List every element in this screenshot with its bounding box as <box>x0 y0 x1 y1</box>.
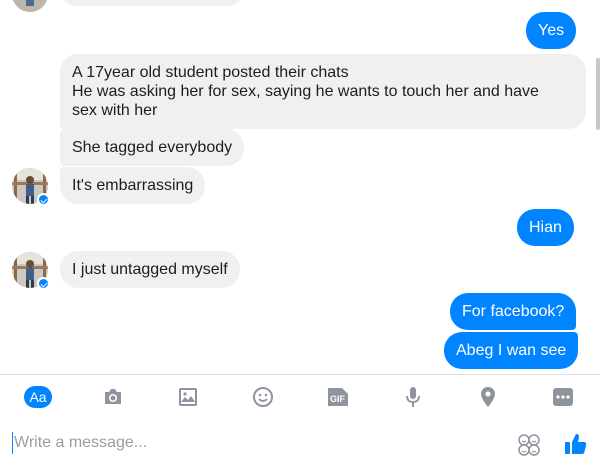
image-icon[interactable] <box>174 383 202 411</box>
gif-label: GIF <box>330 394 346 404</box>
conversation-view[interactable]: Yes A 17year old student posted their ch… <box>0 0 600 374</box>
message-composer <box>0 418 600 466</box>
camera-icon[interactable] <box>99 383 127 411</box>
emoji-icon[interactable] <box>249 383 277 411</box>
like-thumb-icon[interactable] <box>562 430 590 458</box>
text-size-icon[interactable]: Aa <box>24 386 52 408</box>
location-pin-icon[interactable] <box>474 383 502 411</box>
message-bubble-outgoing: Hian <box>517 209 574 246</box>
message-bubble-cut <box>60 0 244 6</box>
message-line: He was asking her for sex, saying he wan… <box>72 83 539 100</box>
message-bubble-incoming: A 17year old student posted their chats … <box>60 54 586 129</box>
message-input[interactable] <box>12 432 492 454</box>
contact-avatar[interactable] <box>12 0 48 12</box>
chat-scrollbar[interactable] <box>596 58 600 130</box>
message-bubble-incoming: I just untagged myself <box>60 251 240 288</box>
message-line: A 17year old student posted their chats <box>72 64 349 81</box>
messenger-badge-icon <box>37 193 50 206</box>
gif-icon[interactable]: GIF <box>324 383 352 411</box>
message-bubble-outgoing: Yes <box>526 12 577 49</box>
message-bubble-incoming: She tagged everybody <box>60 129 245 166</box>
sticker-icon[interactable] <box>516 432 542 458</box>
more-icon[interactable] <box>549 383 577 411</box>
message-bubble-outgoing: For facebook? <box>450 293 577 330</box>
message-bubble-incoming: It's embarrassing <box>60 167 206 204</box>
microphone-icon[interactable] <box>399 383 427 411</box>
messenger-badge-icon <box>37 277 50 290</box>
composer-toolbar: Aa GIF <box>0 374 600 418</box>
message-line: sex with her <box>72 102 158 119</box>
message-bubble-outgoing: Abeg I wan see <box>444 332 579 369</box>
